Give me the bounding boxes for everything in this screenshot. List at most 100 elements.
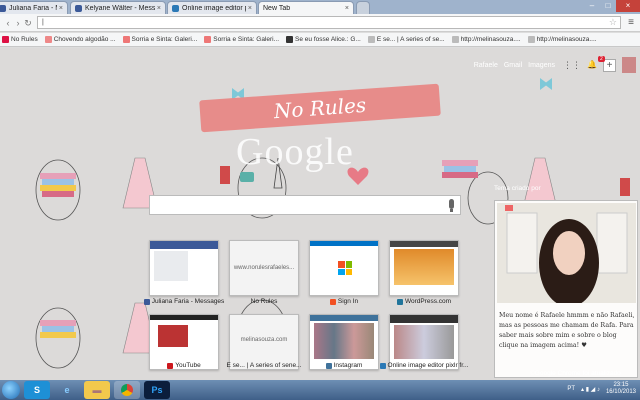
browser-toolbar: ‹ › ↻ | ☆ ≡	[0, 14, 640, 32]
notifications-icon[interactable]: 🔔 2	[587, 56, 605, 70]
theme-credit-label: Tema criado por	[494, 185, 541, 192]
close-tab-icon[interactable]: ×	[345, 5, 349, 12]
bookmark-item[interactable]: Sorria e Sinta: Galeri...	[122, 36, 198, 43]
tile-title: WordPress.com	[404, 298, 452, 305]
microphone-icon[interactable]	[449, 199, 454, 209]
bookmark-item[interactable]: http://melinasouza....	[451, 36, 521, 43]
star-icon[interactable]: ☆	[609, 17, 617, 28]
maximize-icon[interactable]: □	[600, 0, 616, 12]
images-link[interactable]: Imagens	[528, 62, 555, 69]
thumbnail-header	[150, 315, 218, 320]
windows-start-icon[interactable]	[2, 381, 20, 399]
language-indicator[interactable]: PT	[567, 386, 575, 392]
file-explorer-icon[interactable]: ▬	[84, 381, 110, 399]
close-tab-icon[interactable]: ×	[157, 5, 161, 12]
pixlr-icon	[379, 362, 386, 369]
close-tab-icon[interactable]: ×	[59, 5, 63, 12]
tab-label: Kelyane Wälter - Messages	[85, 4, 155, 12]
tile-label[interactable]: Juliana Faria - Messages	[139, 298, 229, 305]
pixlr-icon	[172, 4, 179, 12]
thumbnail-body	[314, 323, 374, 359]
photoshop-icon[interactable]: Ps	[144, 381, 170, 399]
avatar[interactable]	[622, 57, 636, 73]
theme-profile-card[interactable]: Meu nome é Rafaele hmmm e não Rafaeli, m…	[494, 200, 638, 378]
tile-title: No Rules	[250, 298, 278, 305]
tab-pixlr[interactable]: Online image editor pixlr ×	[167, 1, 257, 14]
bookmark-label: http://melinasouza....	[460, 36, 521, 43]
reload-icon[interactable]: ↻	[23, 17, 33, 29]
new-tab-button[interactable]	[356, 1, 370, 14]
most-visited-tile[interactable]	[389, 240, 459, 296]
chrome-icon[interactable]	[114, 381, 140, 399]
bookmark-label: Se eu fosse Alice.: G...	[295, 36, 361, 43]
share-plus-button[interactable]: +	[603, 58, 616, 72]
tab-messages-juliana[interactable]: Juliana Faria - Messages ×	[0, 1, 68, 14]
close-tab-icon[interactable]: ×	[248, 5, 252, 12]
skype-icon[interactable]: S	[24, 381, 50, 399]
bookmark-item[interactable]: Se eu fosse Alice.: G...	[286, 36, 361, 43]
tile-label[interactable]: Instagram	[299, 362, 389, 369]
thumbnail-header	[310, 241, 378, 246]
bookmark-item[interactable]: Chovendo algodão ...	[44, 36, 116, 43]
profile-bio: Meu nome é Rafaele hmmm e não Rafaeli, m…	[499, 312, 635, 349]
tab-new-tab[interactable]: New Tab ×	[258, 1, 354, 14]
bookmark-item[interactable]: No Rules	[2, 36, 38, 43]
back-icon[interactable]: ‹	[3, 17, 13, 29]
tray-icons[interactable]: ▴ ▮ ◢ ♪	[581, 386, 600, 393]
bookmark-item[interactable]: http://melinasouza....	[527, 36, 597, 43]
bookmark-favicon-icon	[286, 36, 294, 43]
clock-time: 23:15	[613, 382, 629, 388]
most-visited-tile[interactable]: www.norulesrafaeles...	[229, 240, 299, 296]
thumbnail-url: melinasouza.com	[240, 337, 288, 343]
microsoft-icon	[329, 298, 336, 305]
chrome-menu-icon[interactable]: ≡	[625, 17, 637, 28]
search-input[interactable]	[149, 195, 461, 215]
tile-label[interactable]: WordPress.com	[379, 298, 469, 305]
minimize-icon[interactable]: –	[584, 0, 600, 12]
close-window-icon[interactable]: ×	[616, 0, 640, 12]
tile-label[interactable]: YouTube	[139, 362, 229, 369]
most-visited-tile[interactable]	[309, 240, 379, 296]
chrome-update-notice[interactable]: ©Google Chrome foi atualizado	[530, 370, 621, 377]
internet-explorer-icon[interactable]: e	[54, 381, 80, 399]
facebook-icon	[0, 4, 6, 12]
thumbnail-header	[150, 241, 218, 249]
tile-title: Online image editor pixlr fr...	[387, 362, 469, 369]
bookmark-label: Sorria e Sinta: Galeri...	[131, 36, 198, 43]
bookmark-favicon-icon	[204, 36, 212, 43]
clock[interactable]: 23:15 16/10/2013	[606, 382, 636, 396]
tile-label[interactable]: Online image editor pixlr fr...	[379, 362, 469, 369]
address-bar[interactable]: | ☆	[37, 16, 621, 29]
profile-photo[interactable]	[497, 203, 636, 303]
profile-name-link[interactable]: Rafaele	[474, 62, 498, 69]
apps-grid-icon[interactable]: ⋮⋮	[563, 60, 581, 71]
bookmark-label: http://melinasouza....	[536, 36, 597, 43]
bookmark-favicon-icon	[122, 36, 130, 43]
bookmark-item[interactable]: Sorria e Sinta: Galeri...	[204, 36, 279, 43]
tab-label: Online image editor pixlr	[182, 4, 246, 12]
microphone-stem	[450, 209, 453, 212]
facebook-icon	[143, 298, 150, 305]
top-right-links: Rafaele Gmail Imagens ⋮⋮ 🔔 2 +	[468, 56, 636, 73]
tile-label[interactable]: No Rules	[219, 298, 309, 305]
tile-label[interactable]: E se... | A series of sene...	[219, 362, 309, 369]
tile-label[interactable]: Sign In	[299, 298, 389, 305]
instagram-icon	[325, 362, 332, 369]
thumbnail-body	[394, 325, 454, 359]
tab-label: New Tab	[263, 4, 291, 12]
gmail-link[interactable]: Gmail	[504, 62, 522, 69]
tab-messages-kelyane[interactable]: Kelyane Wälter - Messages ×	[70, 1, 166, 14]
bookmark-item[interactable]: E se... | A series of se...	[367, 36, 445, 43]
tile-title: Sign In	[337, 298, 359, 305]
tile-title: E se... | A series of sene...	[226, 362, 302, 369]
bookmark-favicon-icon	[527, 36, 535, 43]
tile-title: Juliana Faria - Messages	[151, 298, 225, 305]
bookmark-label: Chovendo algodão ...	[53, 36, 116, 43]
system-tray: PT ▴ ▮ ◢ ♪ 23:15 16/10/2013	[567, 382, 636, 396]
bookmark-favicon-icon	[367, 36, 375, 43]
text-cursor: |	[42, 19, 44, 26]
most-visited-tile[interactable]	[149, 240, 219, 296]
bookmark-label: Sorria e Sinta: Galeri...	[213, 36, 280, 43]
tile-title: Instagram	[333, 362, 363, 369]
forward-icon[interactable]: ›	[13, 17, 23, 29]
